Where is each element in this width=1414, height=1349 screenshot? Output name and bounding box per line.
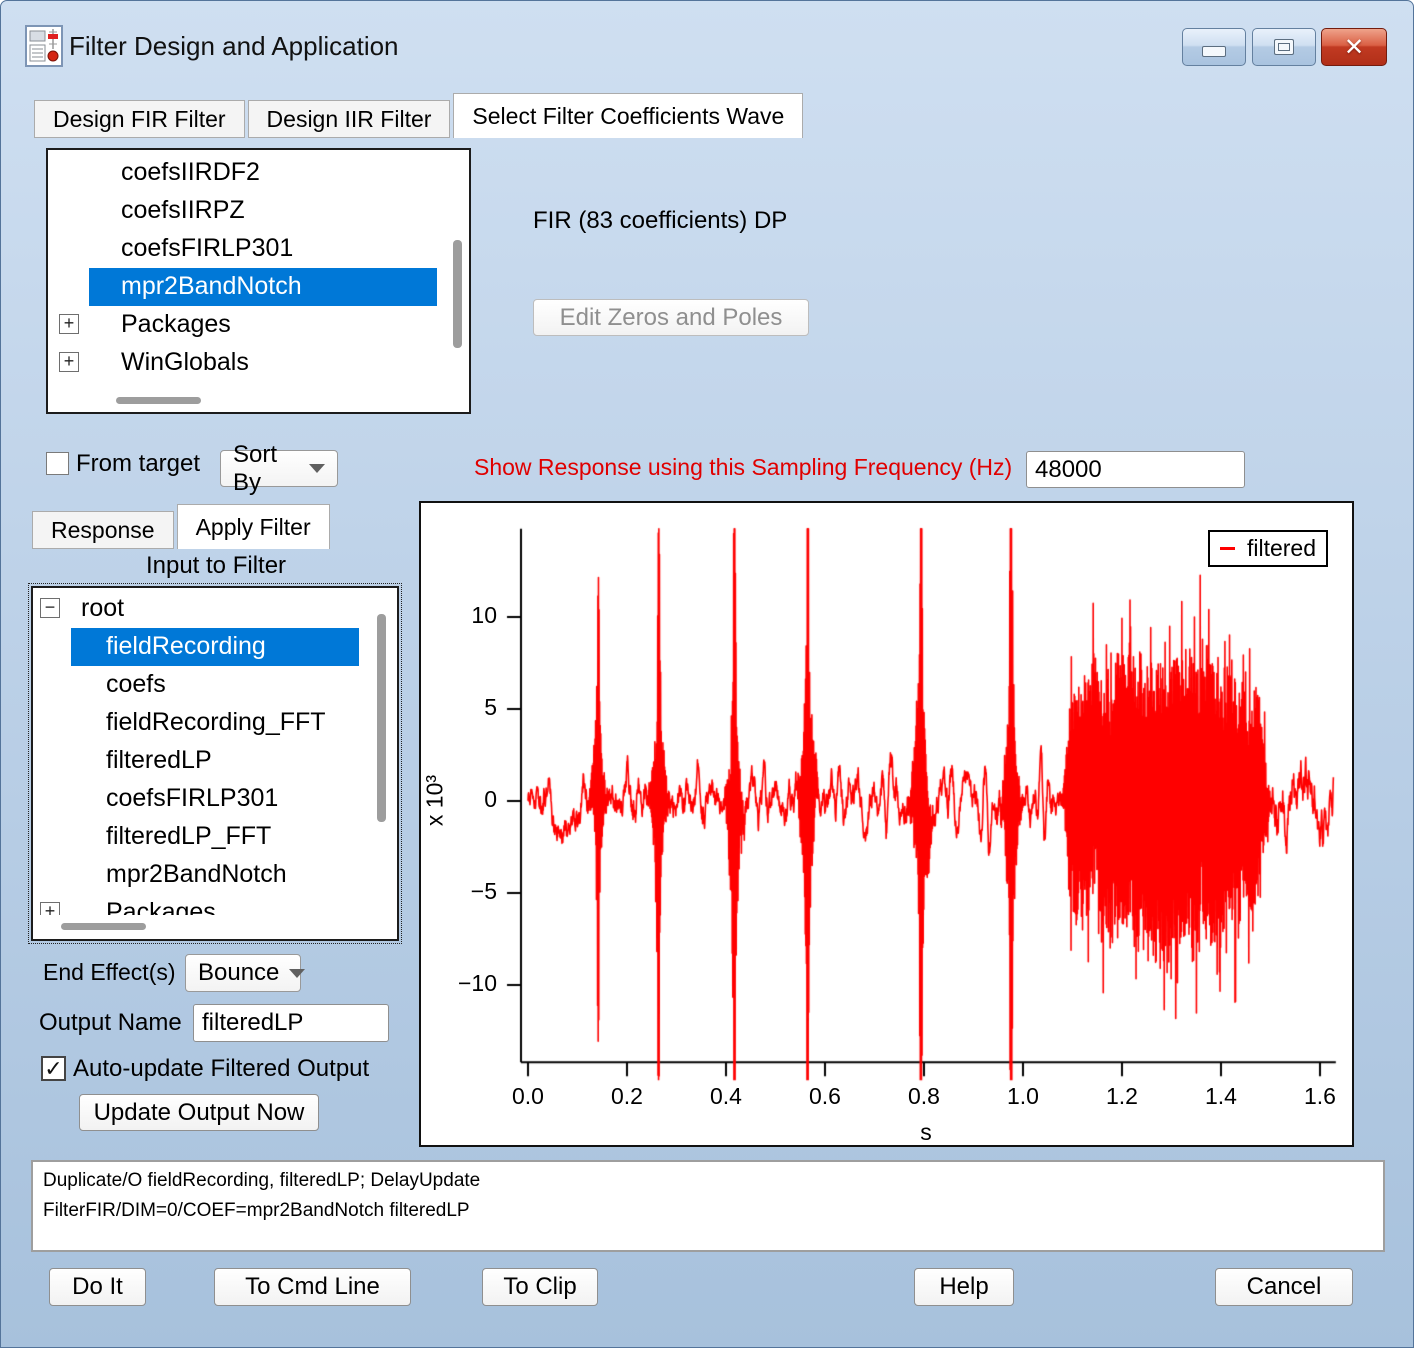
update-output-now-button[interactable]: Update Output Now <box>79 1094 319 1131</box>
sort-by-dropdown[interactable]: Sort By <box>220 441 338 496</box>
expand-icon[interactable]: + <box>59 314 79 334</box>
list-item-filteredlp-fft[interactable]: filteredLP_FFT <box>106 822 271 851</box>
output-name-input[interactable] <box>193 1004 389 1042</box>
to-clip-button[interactable]: To Clip <box>482 1268 598 1306</box>
wave-list-vscroll-thumb[interactable] <box>453 240 462 348</box>
list-item-winglobals[interactable]: WinGlobals <box>121 348 249 377</box>
waveform-canvas <box>421 503 1352 1145</box>
legend-line-swatch <box>1220 547 1235 550</box>
chart-legend: filtered <box>1208 530 1328 567</box>
tab-response[interactable]: Response <box>32 511 174 549</box>
from-target-checkbox[interactable] <box>46 452 69 475</box>
expand-icon[interactable]: + <box>40 902 60 915</box>
tree-vscroll-thumb[interactable] <box>377 614 386 822</box>
list-item-coefsiirpz[interactable]: coefsIIRPZ <box>121 196 245 225</box>
view-tab-bar: Response Apply Filter <box>32 504 333 549</box>
sort-by-value: Sort By <box>233 440 278 496</box>
to-cmd-line-button[interactable]: To Cmd Line <box>214 1268 411 1306</box>
chevron-down-icon <box>309 464 325 473</box>
check-icon: ✓ <box>44 1055 63 1081</box>
tree-hscroll-thumb[interactable] <box>61 923 146 930</box>
end-effects-label: End Effect(s) <box>43 959 176 985</box>
auto-update-label: Auto-update Filtered Output <box>73 1055 370 1082</box>
list-item-fieldrecording[interactable]: fieldRecording <box>106 632 266 661</box>
command-line-1: Duplicate/O fieldRecording, filteredLP; … <box>43 1170 481 1191</box>
maximize-button[interactable] <box>1252 28 1316 66</box>
tab-design-fir-filter[interactable]: Design FIR Filter <box>34 100 245 138</box>
end-effects-dropdown[interactable]: Bounce <box>185 954 306 992</box>
list-item-coefsfirlp301[interactable]: coefsFIRLP301 <box>106 784 278 813</box>
auto-update-checkbox[interactable]: ✓ <box>41 1056 66 1081</box>
command-line-2: FilterFIR/DIM=0/COEF=mpr2BandNotch filte… <box>43 1200 470 1221</box>
close-icon: ✕ <box>1343 33 1365 61</box>
list-item-coefsiirdf2[interactable]: coefsIIRDF2 <box>121 158 260 187</box>
tab-apply-filter[interactable]: Apply Filter <box>176 504 330 549</box>
list-item-packages[interactable]: Packages <box>106 898 216 915</box>
dialog-window: Filter Design and Application ✕ Design F… <box>0 0 1414 1348</box>
wave-list-hscroll-thumb[interactable] <box>116 397 201 404</box>
edit-zeros-poles-button[interactable]: Edit Zeros and Poles <box>533 299 809 336</box>
list-item-filteredlp[interactable]: filteredLP <box>106 746 212 775</box>
minimize-button[interactable] <box>1182 28 1246 66</box>
chevron-down-icon <box>289 968 306 978</box>
window-title: Filter Design and Application <box>69 31 399 61</box>
close-button[interactable]: ✕ <box>1321 28 1387 66</box>
minimize-icon <box>1202 45 1226 57</box>
coefficients-wave-list[interactable]: coefsIIRDF2 coefsIIRPZ coefsFIRLP301 mpr2Ba… <box>46 148 471 414</box>
sampling-frequency-input[interactable] <box>1026 451 1245 488</box>
expand-icon[interactable]: + <box>59 352 79 372</box>
input-to-filter-tree[interactable]: − root fieldRecording coefs fieldRecording_F… <box>28 583 402 944</box>
command-preview-box: Duplicate/O fieldRecording, filteredLP; … <box>31 1160 1385 1252</box>
list-item-root[interactable]: root <box>81 594 124 623</box>
list-item-coefsfirlp301[interactable]: coefsFIRLP301 <box>121 234 293 263</box>
sampling-frequency-label: Show Response using this Sampling Freque… <box>474 454 1013 480</box>
list-item-fieldrecording-fft[interactable]: fieldRecording_FFT <box>106 708 326 737</box>
tab-select-filter-coefficients-wave[interactable]: Select Filter Coefficients Wave <box>453 93 804 138</box>
title-bar[interactable]: Filter Design and Application ✕ <box>1 1 1413 76</box>
maximize-icon <box>1274 39 1294 55</box>
output-name-label: Output Name <box>39 1009 182 1036</box>
waveform-chart <box>419 501 1354 1147</box>
cancel-button[interactable]: Cancel <box>1215 1268 1353 1306</box>
app-icon <box>25 25 63 67</box>
help-button[interactable]: Help <box>914 1268 1014 1306</box>
list-item-mpr2bandnotch[interactable]: mpr2BandNotch <box>121 272 302 301</box>
list-item-packages[interactable]: Packages <box>121 310 231 339</box>
list-item-coefs[interactable]: coefs <box>106 670 166 699</box>
list-item-mpr2bandnotch[interactable]: mpr2BandNotch <box>106 860 287 889</box>
x-axis-title: s <box>920 1119 932 1145</box>
tab-design-iir-filter[interactable]: Design IIR Filter <box>247 100 451 138</box>
filter-info-text: FIR (83 coefficients) DP <box>533 207 788 234</box>
input-to-filter-title: Input to Filter <box>145 552 287 579</box>
end-effects-value: Bounce <box>198 959 280 986</box>
filter-tab-bar: Design FIR Filter Design IIR Filter Select… <box>34 93 806 138</box>
y-axis-title: x 10³ <box>421 774 448 827</box>
do-it-button[interactable]: Do It <box>49 1268 146 1306</box>
from-target-label: From target <box>76 450 201 477</box>
legend-entry: filtered <box>1246 535 1316 561</box>
collapse-icon[interactable]: − <box>40 598 60 618</box>
